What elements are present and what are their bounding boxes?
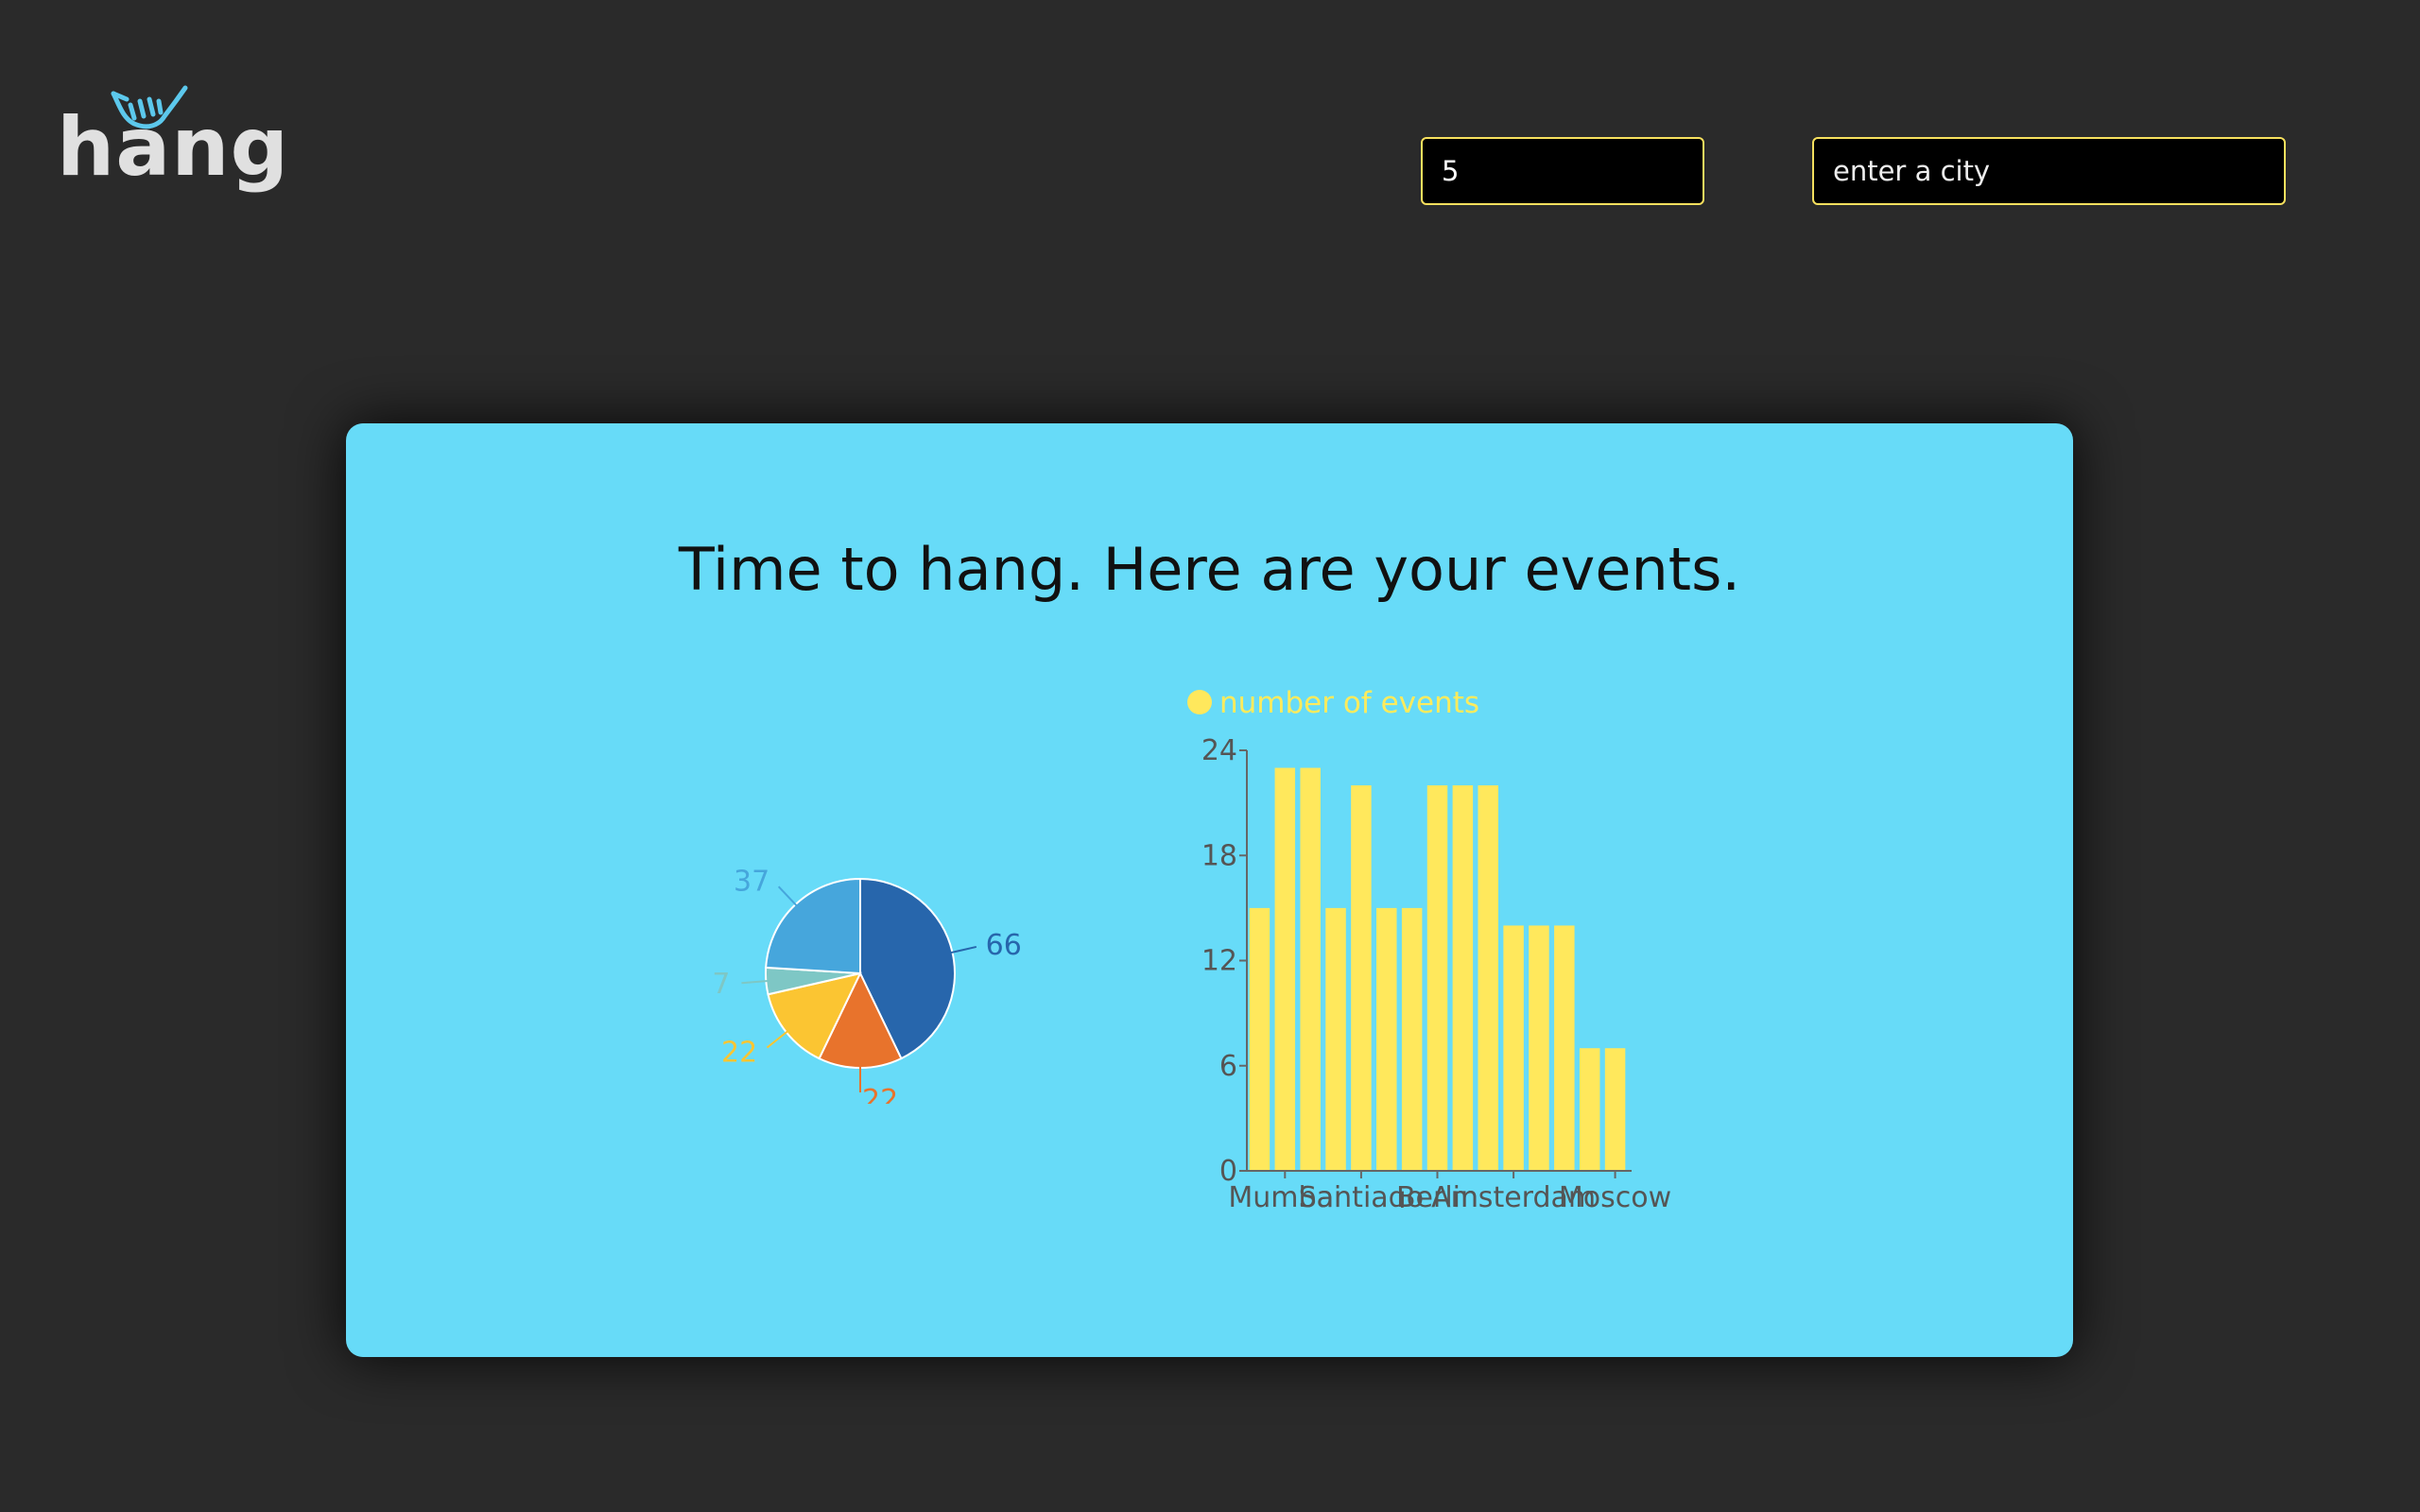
pie-label: 37: [734, 865, 769, 898]
bar[interactable]: [1426, 785, 1448, 1171]
bar[interactable]: [1351, 785, 1372, 1171]
y-tick-label: 18: [1201, 839, 1237, 872]
page-title: Time to hang. Here are your events.: [678, 535, 1741, 604]
pie-label: 7: [712, 968, 730, 1001]
bar[interactable]: [1376, 907, 1397, 1171]
bar[interactable]: [1452, 785, 1474, 1171]
bar[interactable]: [1401, 907, 1423, 1171]
pie-label-line: [950, 945, 977, 954]
logo[interactable]: hang: [57, 80, 288, 203]
pie-label-line: [777, 885, 798, 907]
pie-label: 22: [721, 1037, 757, 1070]
events-card: Time to hang. Here are your events. 66 22…: [346, 423, 2073, 1357]
legend-label[interactable]: number of events: [1219, 686, 1479, 720]
city-search-input[interactable]: [1812, 137, 2286, 205]
y-tick-label: 12: [1201, 945, 1237, 978]
event-count-input[interactable]: [1421, 137, 1704, 205]
y-tick-label: 6: [1219, 1050, 1237, 1083]
pie-label: 22: [862, 1084, 898, 1104]
events-pie-chart: 66 22 22 7 37: [712, 865, 1022, 1104]
pie-label-line: [766, 1030, 789, 1049]
events-bar-chart: number of events06121824MumbaiSantiagoBe…: [1187, 686, 1671, 1208]
bar[interactable]: [1274, 767, 1296, 1171]
pie-label-line: [741, 979, 769, 985]
bar[interactable]: [1604, 1048, 1626, 1171]
legend-marker: [1187, 690, 1212, 714]
bar[interactable]: [1478, 785, 1498, 1171]
logo-text: hang: [57, 100, 290, 195]
bar[interactable]: [1503, 925, 1524, 1171]
bar[interactable]: [1554, 925, 1575, 1171]
bar[interactable]: [1300, 767, 1321, 1171]
bar[interactable]: [1325, 907, 1346, 1171]
bar[interactable]: [1249, 907, 1270, 1171]
pie-slice[interactable]: [765, 877, 861, 975]
bar[interactable]: [1579, 1048, 1600, 1171]
pie-label: 66: [986, 929, 1022, 962]
bar[interactable]: [1529, 925, 1549, 1171]
y-tick-label: 24: [1201, 734, 1237, 767]
x-tick-label: Moscow: [1559, 1181, 1671, 1208]
